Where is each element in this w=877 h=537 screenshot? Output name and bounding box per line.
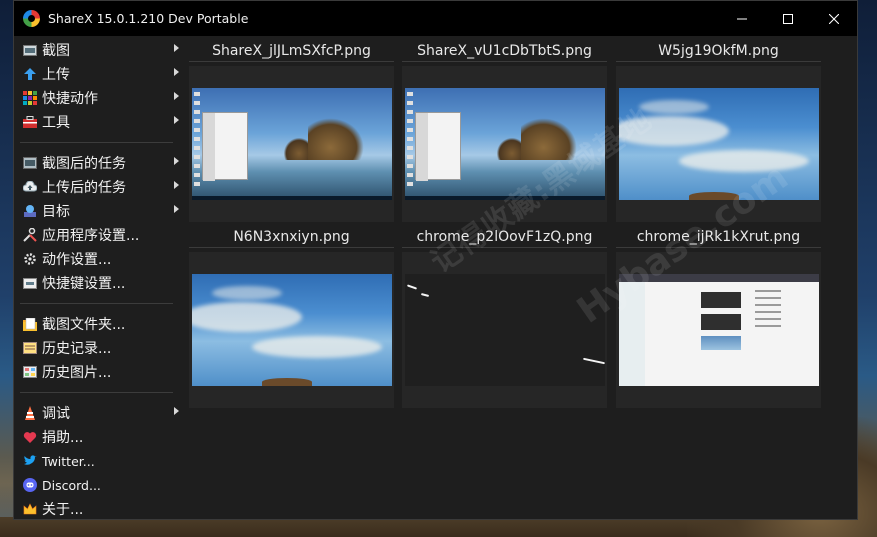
thumbnail-frame[interactable]	[402, 252, 607, 408]
menu-item-twitter[interactable]: Twitter...	[14, 449, 179, 473]
minimize-icon	[737, 18, 747, 19]
thumbnail-frame[interactable]	[189, 252, 394, 408]
folder-icon	[23, 317, 37, 331]
menu-item-label: 关于...	[42, 502, 84, 518]
debug-icon	[23, 406, 37, 420]
menu-item-label: 历史记录...	[42, 341, 112, 357]
upload-arrow-icon	[23, 67, 37, 81]
submenu-arrow-icon	[174, 92, 179, 100]
menu-item-folder[interactable]: 截图文件夹...	[14, 312, 179, 336]
menu-item-debug[interactable]: 调试	[14, 401, 179, 425]
submenu-arrow-icon	[174, 44, 179, 52]
image-history-icon	[23, 365, 37, 379]
menu-item-label: 截图	[42, 43, 70, 59]
thumbnail-filename: ShareX_jlJLmSXfcP.png	[189, 38, 394, 62]
destinations-icon	[23, 204, 37, 218]
screenshot-icon	[23, 43, 37, 57]
menu-separator	[20, 142, 173, 143]
menu-item-label: 动作设置...	[42, 252, 112, 268]
menu-item-upload-arrow[interactable]: 上传	[14, 62, 179, 86]
menu-item-gear[interactable]: 动作设置...	[14, 247, 179, 271]
menu-item-label: 截图后的任务	[42, 156, 126, 172]
menu-item-wrench[interactable]: 应用程序设置...	[14, 223, 179, 247]
menu-item-screenshot[interactable]: 截图	[14, 38, 179, 62]
menu-item-label: 上传后的任务	[42, 180, 126, 196]
close-icon	[829, 13, 839, 24]
toolbox-icon	[23, 115, 37, 129]
keyboard-icon	[23, 276, 37, 290]
menu-item-label: 应用程序设置...	[42, 228, 140, 244]
menu-item-label: 目标	[42, 204, 70, 220]
menu-item-label: 上传	[42, 67, 70, 83]
main-menu: 截图上传快捷动作工具截图后的任务 上传后的任务 目标应用程序设置... 动作设置...…	[14, 38, 179, 519]
window-controls	[719, 1, 857, 36]
menu-separator	[20, 303, 173, 304]
menu-item-image-history[interactable]: 历史图片...	[14, 360, 179, 384]
menu-item-label: 快捷动作	[42, 91, 98, 107]
menu-item-label: 捐助...	[42, 430, 84, 446]
sharex-logo-icon	[23, 10, 40, 27]
title-bar[interactable]: ShareX 15.0.1.210 Dev Portable	[14, 1, 857, 36]
thumbnail-filename: N6N3xnxiyn.png	[189, 224, 394, 248]
window-title: ShareX 15.0.1.210 Dev Portable	[48, 11, 249, 26]
menu-item-label: 工具	[42, 115, 70, 131]
thumbnail-image[interactable]	[191, 274, 392, 386]
after-capture-icon	[23, 156, 37, 170]
menu-item-toolbox[interactable]: 工具	[14, 110, 179, 134]
menu-item-discord[interactable]: Discord...	[14, 473, 179, 497]
maximize-button[interactable]	[765, 1, 811, 36]
submenu-arrow-icon	[174, 68, 179, 76]
submenu-arrow-icon	[174, 205, 179, 213]
submenu-arrow-icon	[174, 181, 179, 189]
thumbnail-filename: ShareX_vU1cDbTbtS.png	[402, 38, 607, 62]
menu-item-after-capture[interactable]: 截图后的任务	[14, 151, 179, 175]
submenu-arrow-icon	[174, 407, 179, 415]
menu-item-label: 调试	[42, 406, 70, 422]
thumbnail-sharex-jljlmsxfcp-png[interactable]: ShareX_jlJLmSXfcP.png	[189, 38, 394, 222]
cloud-upload-icon	[23, 180, 37, 194]
twitter-icon	[23, 454, 37, 468]
quick-actions-icon	[23, 91, 37, 105]
wrench-icon	[23, 228, 37, 242]
crown-icon	[23, 502, 37, 516]
history-icon	[23, 341, 37, 355]
thumbnail-image[interactable]	[191, 88, 392, 200]
menu-item-label: 历史图片...	[42, 365, 112, 381]
thumbnail-n6n3xnxiyn-png[interactable]: N6N3xnxiyn.png	[189, 224, 394, 408]
menu-separator	[20, 392, 173, 393]
close-button[interactable]	[811, 1, 857, 36]
menu-item-cloud-upload[interactable]: 上传后的任务	[14, 175, 179, 199]
menu-item-history[interactable]: 历史记录...	[14, 336, 179, 360]
submenu-arrow-icon	[174, 116, 179, 124]
thumbnail-filename: W5jg19OkfM.png	[616, 38, 821, 62]
menu-item-destinations[interactable]: 目标	[14, 199, 179, 223]
thumbnail-frame[interactable]	[189, 66, 394, 222]
submenu-arrow-icon	[174, 157, 179, 165]
menu-item-label: 截图文件夹...	[42, 317, 126, 333]
thumbnail-image[interactable]	[404, 274, 605, 386]
minimize-button[interactable]	[719, 1, 765, 36]
menu-item-keyboard[interactable]: 快捷键设置...	[14, 271, 179, 295]
discord-icon	[23, 478, 37, 492]
menu-item-label: 快捷键设置...	[42, 276, 126, 292]
gear-icon	[23, 252, 37, 266]
menu-item-label: Discord...	[42, 477, 101, 493]
menu-item-label: Twitter...	[42, 453, 95, 469]
menu-item-heart[interactable]: 捐助...	[14, 425, 179, 449]
maximize-icon	[783, 13, 793, 24]
menu-item-quick-actions[interactable]: 快捷动作	[14, 86, 179, 110]
heart-icon	[23, 430, 37, 444]
menu-item-crown[interactable]: 关于...	[14, 497, 179, 521]
